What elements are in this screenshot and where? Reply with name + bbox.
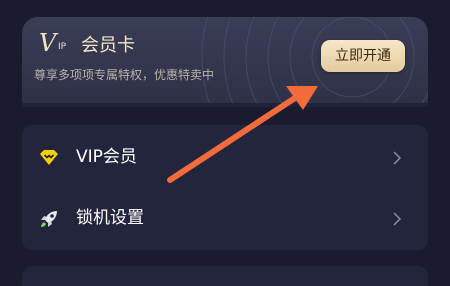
rocket-icon — [41, 211, 57, 227]
menu-item-vip[interactable]: VIP会员 — [22, 128, 428, 186]
chevron-right-icon — [393, 151, 402, 165]
vip-card[interactable]: V IP 会员卡 尊享多项项专属特权，优惠特卖中 立即开通 — [22, 17, 428, 103]
vip-card-subtitle: 尊享多项项专属特权，优惠特卖中 — [34, 68, 215, 82]
vip-card-bottom-edge — [22, 103, 428, 107]
menu-item-lock-settings[interactable]: 锁机设置 — [22, 189, 428, 247]
next-card — [22, 266, 428, 286]
menu-item-label: 锁机设置 — [76, 208, 144, 228]
menu-item-label: VIP会员 — [76, 147, 137, 167]
chevron-right-icon — [393, 212, 402, 226]
vip-card-title: 会员卡 — [81, 35, 135, 56]
vip-logo-sub: IP — [58, 42, 67, 52]
menu-card: VIP会员 锁机设置 — [22, 125, 428, 250]
vip-diamond-icon — [40, 150, 58, 165]
open-now-button[interactable]: 立即开通 — [321, 40, 405, 72]
vip-logo-letter: V — [39, 29, 57, 57]
